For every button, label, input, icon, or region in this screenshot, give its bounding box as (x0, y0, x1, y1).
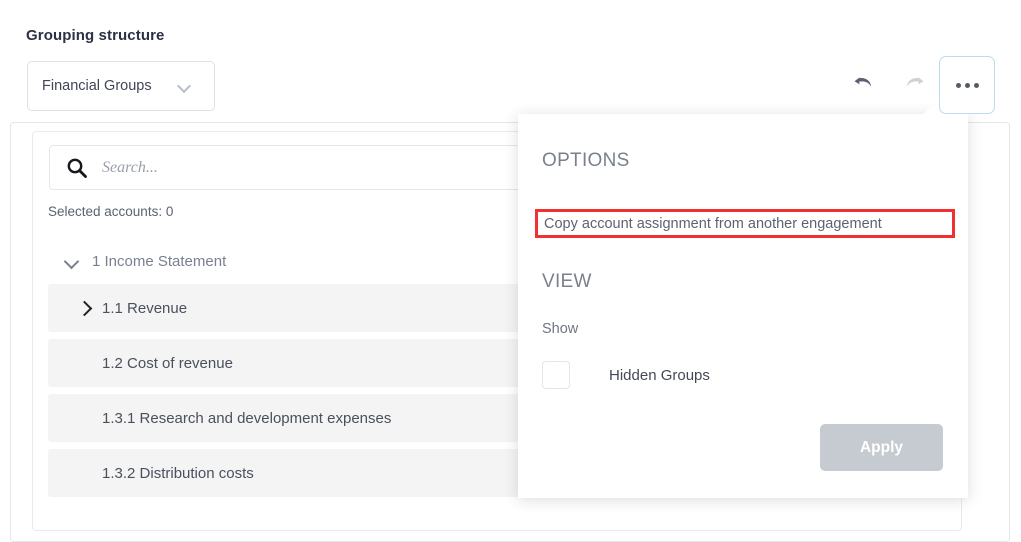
undo-button[interactable] (839, 56, 889, 114)
more-options-button[interactable] (939, 56, 995, 114)
options-popup: OPTIONS Copy account assignment from ano… (518, 114, 968, 498)
tree-root-label: 1 Income Statement (92, 253, 226, 270)
copy-account-assignment-highlight: Copy account assignment from another eng… (535, 209, 955, 238)
tree-row-label: 1.3.2 Distribution costs (102, 465, 254, 482)
tree-row-label: 1.3.1 Research and development expenses (102, 410, 391, 427)
chevron-right-icon[interactable] (76, 300, 92, 316)
options-heading: OPTIONS (542, 150, 630, 172)
grouping-structure-select[interactable]: Financial Groups (27, 61, 215, 111)
apply-button[interactable]: Apply (820, 424, 943, 471)
toolbar (839, 56, 995, 114)
view-heading: VIEW (542, 271, 592, 293)
copy-account-assignment-link[interactable]: Copy account assignment from another eng… (544, 216, 882, 232)
chevron-down-icon (178, 79, 192, 93)
grouping-structure-value: Financial Groups (42, 78, 178, 94)
tree-row-label: 1.1 Revenue (102, 300, 187, 317)
chevron-down-icon (64, 253, 80, 269)
undo-icon (852, 73, 876, 98)
search-icon (66, 157, 88, 179)
selected-accounts-count: Selected accounts: 0 (48, 204, 173, 219)
tree-row-label: 1.2 Cost of revenue (102, 355, 233, 372)
hidden-groups-row[interactable]: Hidden Groups (542, 361, 710, 389)
page-title: Grouping structure (26, 27, 164, 44)
hidden-groups-label: Hidden Groups (609, 367, 710, 384)
kebab-more-icon (956, 83, 979, 88)
redo-icon (902, 73, 926, 98)
show-label: Show (542, 321, 578, 337)
hidden-groups-checkbox[interactable] (542, 361, 570, 389)
